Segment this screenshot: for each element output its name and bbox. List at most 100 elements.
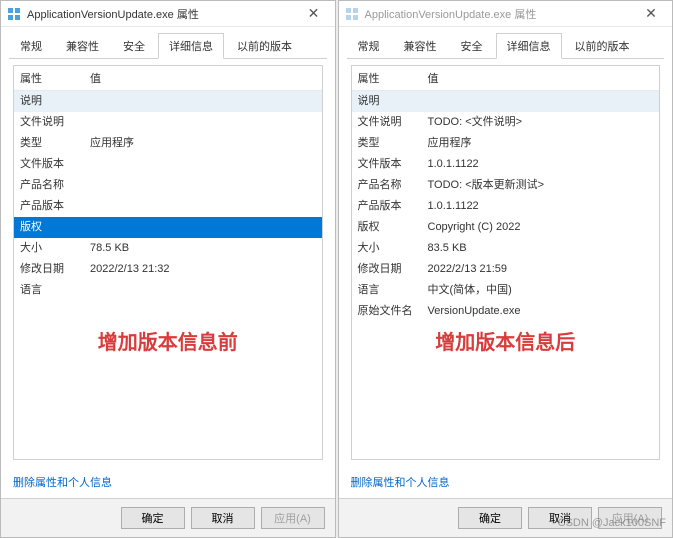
apply-button[interactable]: 应用(A) xyxy=(598,507,662,529)
property-value xyxy=(90,156,316,173)
list-item[interactable]: 说明 xyxy=(352,91,660,112)
list-item[interactable]: 语言中文(简体，中国) xyxy=(352,280,660,301)
cancel-button[interactable]: 取消 xyxy=(528,507,592,529)
property-name: 说明 xyxy=(358,93,428,110)
property-name: 文件说明 xyxy=(20,114,90,131)
properties-dialog-right: ApplicationVersionUpdate.exe 属性 ✕ 常规 兼容性… xyxy=(338,0,673,538)
property-value: 83.5 KB xyxy=(428,240,654,257)
property-name: 大小 xyxy=(20,240,90,257)
properties-list: 属性 值 说明文件说明类型应用程序文件版本产品名称产品版本版权大小78.5 KB… xyxy=(13,65,323,460)
property-name: 语言 xyxy=(20,282,90,299)
tab-security[interactable]: 安全 xyxy=(450,33,494,59)
list-header: 属性 值 xyxy=(14,66,322,91)
property-name: 产品名称 xyxy=(358,177,428,194)
property-name: 语言 xyxy=(358,282,428,299)
list-rows: 说明文件说明TODO: <文件说明>类型应用程序文件版本1.0.1.1122产品… xyxy=(352,91,660,322)
property-name: 修改日期 xyxy=(20,261,90,278)
list-item[interactable]: 文件版本1.0.1.1122 xyxy=(352,154,660,175)
properties-dialog-left: ApplicationVersionUpdate.exe 属性 ✕ 常规 兼容性… xyxy=(0,0,336,538)
tab-compatibility[interactable]: 兼容性 xyxy=(55,33,110,59)
tab-general[interactable]: 常规 xyxy=(347,33,391,59)
list-item[interactable]: 产品版本 xyxy=(14,196,322,217)
list-item[interactable]: 产品版本1.0.1.1122 xyxy=(352,196,660,217)
list-item[interactable]: 大小83.5 KB xyxy=(352,238,660,259)
tabs: 常规 兼容性 安全 详细信息 以前的版本 xyxy=(347,33,665,59)
tab-content: 属性 值 说明文件说明类型应用程序文件版本产品名称产品版本版权大小78.5 KB… xyxy=(13,65,323,460)
property-name: 产品版本 xyxy=(20,198,90,215)
header-property: 属性 xyxy=(20,70,90,86)
list-item[interactable]: 文件说明TODO: <文件说明> xyxy=(352,112,660,133)
list-item[interactable]: 产品名称TODO: <版本更新测试> xyxy=(352,175,660,196)
list-item[interactable]: 类型应用程序 xyxy=(14,133,322,154)
property-name: 版权 xyxy=(358,219,428,236)
list-item[interactable]: 文件说明 xyxy=(14,112,322,133)
property-value: 2022/2/13 21:32 xyxy=(90,261,316,278)
tabs: 常规 兼容性 安全 详细信息 以前的版本 xyxy=(9,33,327,59)
button-bar: 确定 取消 应用(A) xyxy=(339,498,673,537)
property-value xyxy=(90,114,316,131)
property-name: 修改日期 xyxy=(358,261,428,278)
property-name: 文件版本 xyxy=(20,156,90,173)
tab-compatibility[interactable]: 兼容性 xyxy=(393,33,448,59)
list-header: 属性 值 xyxy=(352,66,660,91)
list-item[interactable]: 版权 xyxy=(14,217,322,238)
apply-button[interactable]: 应用(A) xyxy=(261,507,325,529)
remove-properties-link[interactable]: 删除属性和个人信息 xyxy=(13,474,323,490)
list-item[interactable]: 语言 xyxy=(14,280,322,301)
app-icon xyxy=(7,7,21,21)
list-item[interactable]: 原始文件名VersionUpdate.exe xyxy=(352,301,660,322)
property-value: TODO: <版本更新测试> xyxy=(428,177,654,194)
property-name: 文件说明 xyxy=(358,114,428,131)
property-value xyxy=(90,177,316,194)
property-value: 1.0.1.1122 xyxy=(428,156,654,173)
ok-button[interactable]: 确定 xyxy=(458,507,522,529)
caption-after: 增加版本信息后 xyxy=(352,326,660,355)
list-item[interactable]: 文件版本 xyxy=(14,154,322,175)
list-rows: 说明文件说明类型应用程序文件版本产品名称产品版本版权大小78.5 KB修改日期2… xyxy=(14,91,322,301)
property-value: TODO: <文件说明> xyxy=(428,114,654,131)
tab-security[interactable]: 安全 xyxy=(112,33,156,59)
property-name: 版权 xyxy=(20,219,90,236)
tab-previous-versions[interactable]: 以前的版本 xyxy=(564,33,641,59)
property-name: 大小 xyxy=(358,240,428,257)
property-value xyxy=(428,93,654,110)
property-name: 原始文件名 xyxy=(358,303,428,320)
remove-properties-link[interactable]: 删除属性和个人信息 xyxy=(351,474,661,490)
header-value: 值 xyxy=(90,70,316,86)
property-value: 1.0.1.1122 xyxy=(428,198,654,215)
ok-button[interactable]: 确定 xyxy=(121,507,185,529)
tab-general[interactable]: 常规 xyxy=(9,33,53,59)
property-name: 类型 xyxy=(20,135,90,152)
list-item[interactable]: 修改日期2022/2/13 21:59 xyxy=(352,259,660,280)
tab-details[interactable]: 详细信息 xyxy=(496,33,562,59)
list-item[interactable]: 大小78.5 KB xyxy=(14,238,322,259)
property-value xyxy=(90,198,316,215)
list-item[interactable]: 说明 xyxy=(14,91,322,112)
tab-details[interactable]: 详细信息 xyxy=(158,33,224,59)
header-value: 值 xyxy=(428,70,654,86)
list-item[interactable]: 版权Copyright (C) 2022 xyxy=(352,217,660,238)
tab-previous-versions[interactable]: 以前的版本 xyxy=(226,33,303,59)
titlebar: ApplicationVersionUpdate.exe 属性 ✕ xyxy=(339,1,673,27)
property-name: 产品名称 xyxy=(20,177,90,194)
list-item[interactable]: 修改日期2022/2/13 21:32 xyxy=(14,259,322,280)
list-item[interactable]: 产品名称 xyxy=(14,175,322,196)
property-value: 2022/2/13 21:59 xyxy=(428,261,654,278)
property-value: 中文(简体，中国) xyxy=(428,282,654,299)
property-name: 类型 xyxy=(358,135,428,152)
close-icon[interactable]: ✕ xyxy=(299,5,329,22)
property-name: 文件版本 xyxy=(358,156,428,173)
list-item[interactable]: 类型应用程序 xyxy=(352,133,660,154)
tab-content: 属性 值 说明文件说明TODO: <文件说明>类型应用程序文件版本1.0.1.1… xyxy=(351,65,661,460)
property-value: 应用程序 xyxy=(90,135,316,152)
button-bar: 确定 取消 应用(A) xyxy=(1,498,335,537)
close-icon[interactable]: ✕ xyxy=(636,5,666,22)
app-icon xyxy=(345,7,359,21)
property-name: 产品版本 xyxy=(358,198,428,215)
property-value: VersionUpdate.exe xyxy=(428,303,654,320)
titlebar: ApplicationVersionUpdate.exe 属性 ✕ xyxy=(1,1,335,27)
header-property: 属性 xyxy=(358,70,428,86)
property-value xyxy=(90,93,316,110)
property-name: 说明 xyxy=(20,93,90,110)
cancel-button[interactable]: 取消 xyxy=(191,507,255,529)
